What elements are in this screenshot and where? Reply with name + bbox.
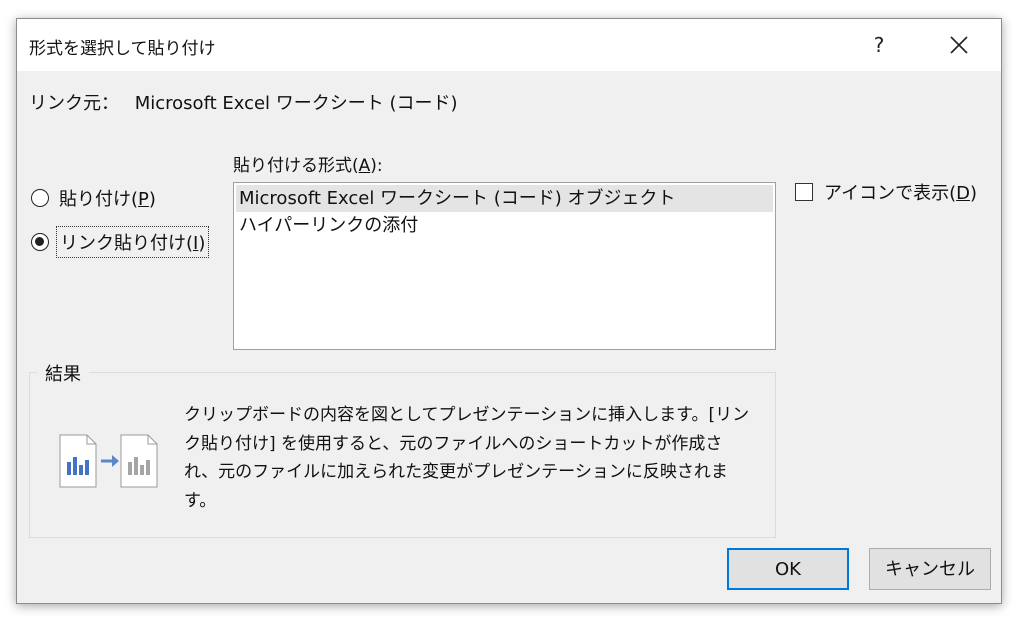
title-bar: 形式を選択して貼り付け ?: [17, 19, 1001, 71]
result-legend: 結果: [37, 360, 89, 386]
format-label-suffix: ):: [370, 156, 383, 176]
result-line: す。: [184, 490, 217, 511]
source-name: Microsoft Excel ワークシート (コード): [134, 93, 458, 114]
close-icon: [950, 36, 968, 54]
format-label-text: 貼り付ける形式(: [233, 156, 359, 176]
file-link-icon: [59, 434, 158, 488]
ok-button[interactable]: OK: [727, 548, 849, 590]
format-listbox[interactable]: Microsoft Excel ワークシート (コード) オブジェクト ハイパー…: [233, 182, 776, 350]
display-as-icon-label: アイコンで表示(D): [824, 183, 978, 204]
display-as-icon-checkbox[interactable]: アイコンで表示(D): [795, 179, 977, 205]
close-button[interactable]: [937, 27, 981, 63]
list-item[interactable]: ハイパーリンクの添付: [236, 212, 773, 239]
result-line: クリップボードの内容を図としてプレゼンテーションに挿入します。[リン: [184, 405, 750, 425]
radio-paste-link-label: リンク貼り付け(I): [55, 226, 210, 258]
radio-paste-circle[interactable]: [31, 189, 49, 207]
help-button[interactable]: ?: [867, 27, 891, 63]
radio-paste-link[interactable]: リンク貼り付け(I): [31, 226, 210, 258]
cancel-button[interactable]: キャンセル: [869, 548, 991, 590]
radio-paste-link-circle[interactable]: [31, 233, 49, 251]
result-line: れ、元のファイルに加えられた変更がプレゼンテーションに反映されま: [184, 462, 728, 482]
source-label: リンク元：: [29, 93, 119, 114]
radio-paste[interactable]: 貼り付け(P): [31, 185, 156, 211]
result-description: クリップボードの内容を図としてプレゼンテーションに挿入します。[リン ク貼り付け…: [184, 401, 754, 515]
format-list-label: 貼り付ける形式(A):: [233, 151, 383, 176]
dialog-title: 形式を選択して貼り付け: [29, 39, 216, 59]
display-as-icon-box[interactable]: [795, 183, 813, 201]
radio-paste-label: 貼り付け(P): [59, 189, 156, 210]
source-row: リンク元： Microsoft Excel ワークシート (コード): [29, 89, 458, 115]
format-label-accesskey: A: [358, 156, 371, 176]
list-item[interactable]: Microsoft Excel ワークシート (コード) オブジェクト: [236, 185, 773, 212]
result-line: ク貼り付け] を使用すると、元のファイルへのショートカットが作成さ: [184, 433, 723, 454]
paste-special-dialog: 形式を選択して貼り付け ? リンク元： Microsoft Excel ワークシ…: [16, 18, 1002, 604]
